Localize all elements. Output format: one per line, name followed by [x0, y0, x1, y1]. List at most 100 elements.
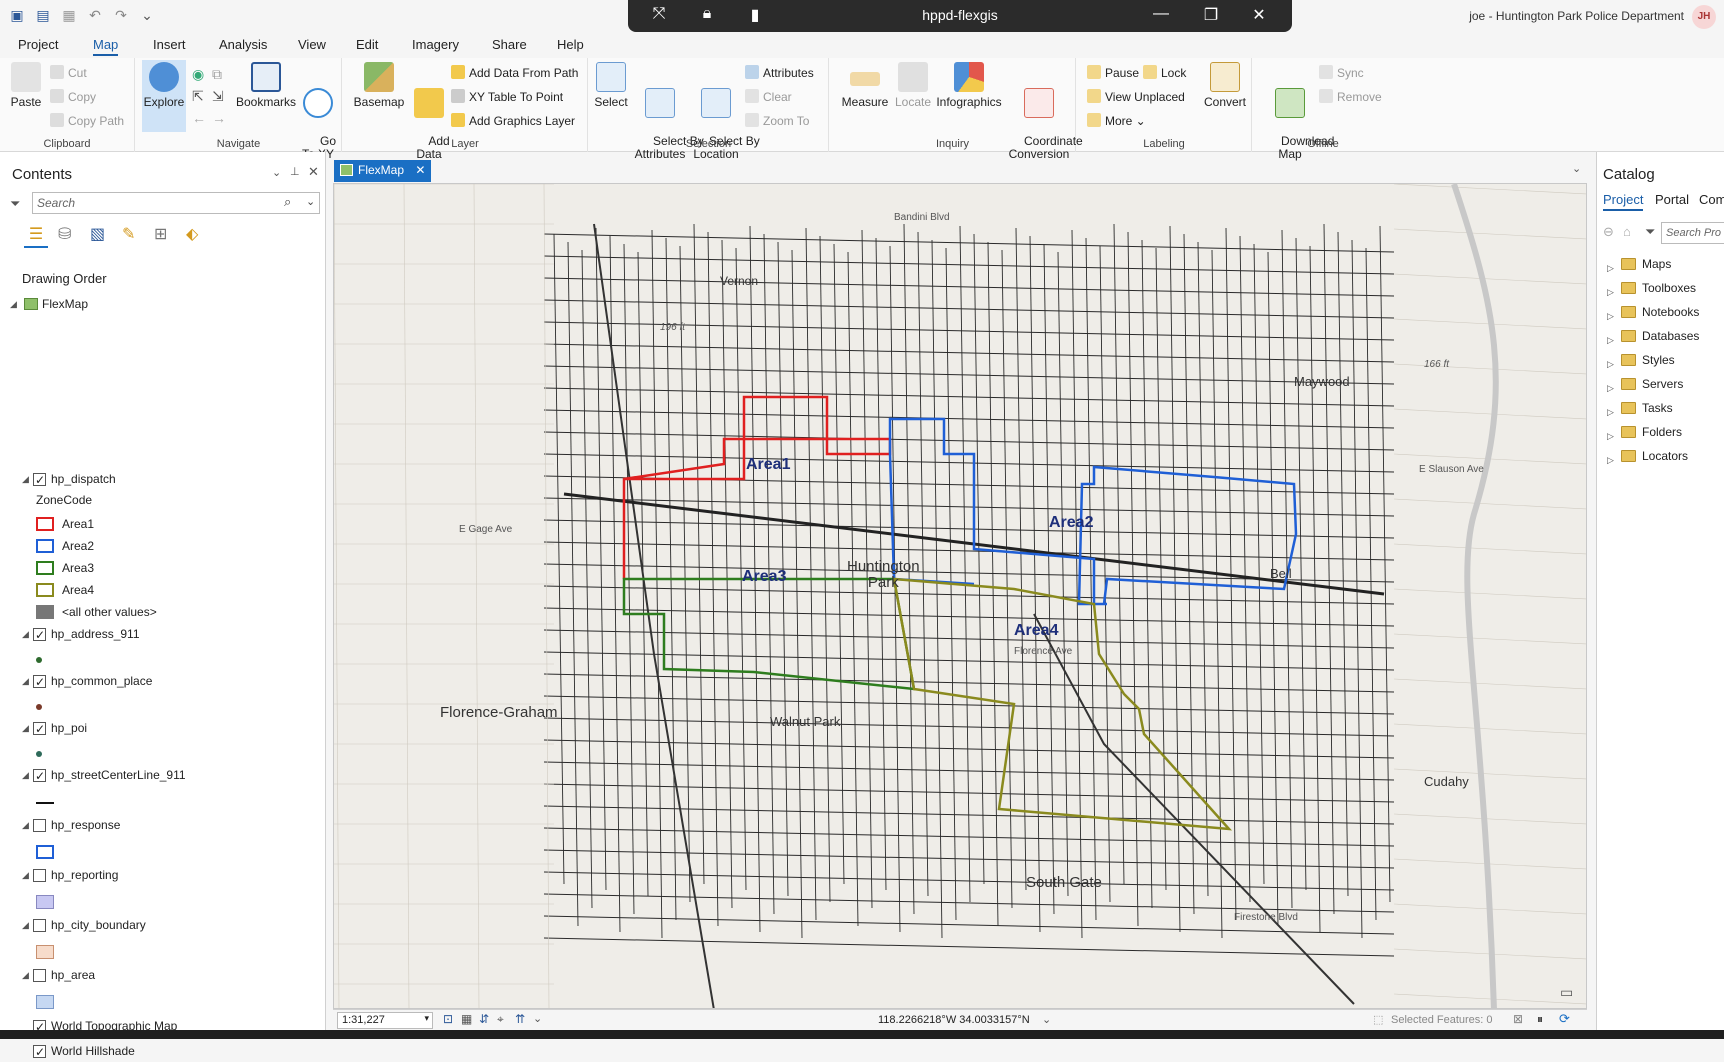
- layer-checkbox[interactable]: [33, 470, 46, 490]
- infographics-button[interactable]: Infographics: [934, 62, 1004, 109]
- north-arrow-icon[interactable]: ⇈: [515, 1012, 525, 1026]
- catalog-tab-portal[interactable]: Portal: [1655, 192, 1689, 207]
- navigate-tools[interactable]: ◉ ⧉ ⇱ ⇲ ← →: [192, 66, 232, 126]
- labeling-view-icon[interactable]: ⬖: [186, 224, 198, 244]
- attribution-icon[interactable]: ▭: [1560, 984, 1573, 1001]
- search-options-icon[interactable]: ⌄: [306, 195, 315, 208]
- coordinate-format-icon[interactable]: ⌄: [1042, 1013, 1051, 1026]
- scale-selector[interactable]: 1:31,227 ▾: [337, 1012, 433, 1029]
- coordinate-conversion-button[interactable]: Coordinate Conversion: [1004, 62, 1083, 174]
- filter-icon[interactable]: ⏷: [10, 196, 20, 212]
- add-data-button[interactable]: Add Data: [409, 62, 450, 174]
- snapping-view-icon[interactable]: ⊞: [154, 224, 167, 244]
- back-icon[interactable]: ⊖: [1603, 224, 1614, 240]
- tab-analysis[interactable]: Analysis: [219, 37, 267, 52]
- tab-flexmap[interactable]: FlexMap ✕: [334, 160, 432, 182]
- catalog-item-tasks[interactable]: ▷ Tasks: [1607, 398, 1673, 418]
- layer-checkbox[interactable]: [33, 869, 46, 882]
- view-unplaced-button[interactable]: View Unplaced: [1087, 88, 1185, 106]
- convert-button[interactable]: Convert: [1201, 62, 1249, 109]
- refresh-icon[interactable]: ⟳: [1559, 1011, 1570, 1027]
- layer-checkbox[interactable]: [33, 819, 46, 832]
- data-source-icon[interactable]: ⛁: [58, 224, 71, 244]
- editing-view-icon[interactable]: ✎: [122, 224, 135, 244]
- attributes-button[interactable]: Attributes: [745, 64, 814, 82]
- tab-imagery[interactable]: Imagery: [412, 37, 459, 52]
- download-map-button[interactable]: Download Map: [1261, 62, 1334, 174]
- basemap-button[interactable]: Basemap: [351, 62, 407, 109]
- tab-list-icon[interactable]: ⌄: [1572, 162, 1581, 175]
- status-options-icon[interactable]: ⌄: [533, 1012, 542, 1025]
- undo-icon[interactable]: ↶: [86, 6, 104, 24]
- catalog-search-input[interactable]: Search Pro: [1661, 222, 1724, 244]
- tab-share[interactable]: Share: [492, 37, 527, 52]
- close-icon[interactable]: ✕: [1248, 5, 1270, 25]
- catalog-item-maps[interactable]: ▷ Maps: [1607, 254, 1671, 274]
- add-data-from-path-button[interactable]: Add Data From Path: [451, 64, 578, 82]
- copy-button[interactable]: Copy: [50, 88, 96, 106]
- pane-options-icon[interactable]: ⌄: [272, 166, 281, 179]
- drawing-order-icon[interactable]: ☰: [24, 224, 48, 248]
- catalog-item-folders[interactable]: ▷ Folders: [1607, 422, 1682, 442]
- catalog-item-styles[interactable]: ▷ Styles: [1607, 350, 1675, 370]
- catalog-item-servers[interactable]: ▷ Servers: [1607, 374, 1683, 394]
- map-view[interactable]: Area1 Area2 Area3 Area4 Huntington Park …: [333, 183, 1587, 1009]
- new-project-icon[interactable]: ▣: [8, 6, 26, 24]
- selection-view-icon[interactable]: ▧: [90, 224, 105, 244]
- catalog-item-locators[interactable]: ▷ Locators: [1607, 446, 1688, 466]
- copy-path-button[interactable]: Copy Path: [50, 112, 124, 130]
- select-by-attributes-button[interactable]: Select By Attributes: [633, 62, 704, 174]
- area1-boundary[interactable]: [622, 395, 892, 579]
- open-project-icon[interactable]: ▤: [34, 6, 52, 24]
- more-labeling-button[interactable]: More ⌄: [1087, 112, 1146, 130]
- grid-icon[interactable]: ▦: [461, 1012, 472, 1026]
- tab-map[interactable]: Map: [93, 37, 119, 56]
- catalog-item-databases[interactable]: ▷ Databases: [1607, 326, 1699, 346]
- scale-tools-icon[interactable]: ⊡: [443, 1012, 453, 1026]
- remove-offline-button[interactable]: Remove: [1319, 88, 1382, 106]
- bookmarks-button[interactable]: Bookmarks: [234, 62, 298, 109]
- rotation-icon[interactable]: ⇵: [479, 1012, 489, 1026]
- redo-icon[interactable]: ↷: [112, 6, 130, 24]
- layer-checkbox[interactable]: [33, 672, 46, 692]
- next-extent-icon[interactable]: →: [212, 110, 226, 126]
- filter-icon[interactable]: ⏷: [1645, 224, 1655, 240]
- catalog-tab-project[interactable]: Project: [1603, 192, 1644, 211]
- layer-checkbox[interactable]: [33, 625, 46, 645]
- tab-insert[interactable]: Insert: [153, 37, 186, 52]
- selected-features-count[interactable]: Selected Features: 0: [1391, 1014, 1493, 1026]
- tab-help[interactable]: Help: [557, 37, 584, 52]
- add-graphics-layer-button[interactable]: Add Graphics Layer: [451, 112, 575, 130]
- layer-checkbox[interactable]: [33, 969, 46, 982]
- save-icon[interactable]: ▦: [60, 6, 78, 24]
- select-button[interactable]: Select: [593, 62, 629, 109]
- zoom-in-icon[interactable]: ⇱: [192, 88, 204, 105]
- catalog-item-toolboxes[interactable]: ▷ Toolboxes: [1607, 278, 1696, 298]
- home-icon[interactable]: ⌂: [1623, 224, 1631, 239]
- pause-drawing-icon[interactable]: ⏸: [1537, 1012, 1543, 1027]
- xy-table-to-point-button[interactable]: XY Table To Point: [451, 88, 563, 106]
- layer-checkbox[interactable]: [33, 919, 46, 932]
- previous-extent-icon[interactable]: ←: [192, 110, 206, 126]
- explore-button[interactable]: Explore: [142, 60, 186, 132]
- zoom-out-icon[interactable]: ⇲: [212, 88, 224, 105]
- locate-button[interactable]: Locate: [892, 62, 934, 109]
- map-canvas[interactable]: [334, 184, 1587, 1009]
- avatar[interactable]: JH: [1692, 5, 1716, 29]
- catalog-tab-computer[interactable]: Com: [1699, 192, 1724, 207]
- cut-button[interactable]: Cut: [50, 64, 87, 82]
- user-name[interactable]: joe - Huntington Park Police Department: [1469, 9, 1684, 23]
- clear-selection-button[interactable]: Clear: [745, 88, 792, 106]
- close-tab-icon[interactable]: ✕: [415, 163, 425, 177]
- pin-icon[interactable]: ⊥: [290, 165, 300, 178]
- catalog-item-notebooks[interactable]: ▷ Notebooks: [1607, 302, 1699, 322]
- paste-button[interactable]: Paste: [8, 62, 44, 109]
- layer-checkbox[interactable]: [33, 1042, 46, 1062]
- tab-view[interactable]: View: [298, 37, 326, 52]
- full-extent-icon[interactable]: ◉: [192, 66, 204, 83]
- pause-labeling-button[interactable]: Pause: [1087, 64, 1139, 82]
- tab-project[interactable]: Project: [18, 37, 58, 52]
- close-pane-icon[interactable]: ✕: [308, 164, 319, 180]
- layer-checkbox[interactable]: [33, 766, 46, 786]
- zoom-to-selection-button[interactable]: Zoom To: [745, 112, 809, 130]
